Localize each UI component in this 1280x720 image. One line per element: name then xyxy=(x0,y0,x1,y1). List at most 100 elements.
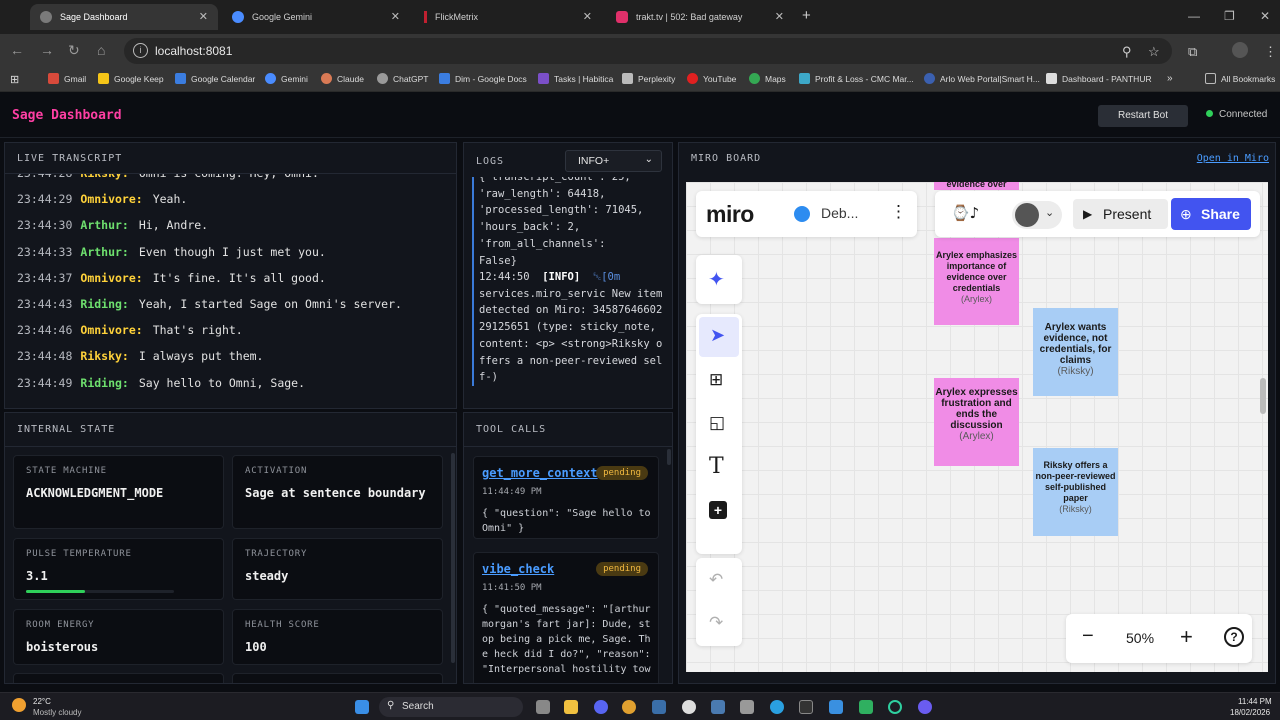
back-icon[interactable]: ← xyxy=(10,42,24,58)
bookmark-gemini[interactable]: Gemini xyxy=(265,73,308,84)
address-bar[interactable]: i localhost:8081 xyxy=(124,38,1172,64)
profile-avatar[interactable] xyxy=(1232,42,1248,58)
internal-state-panel: INTERNAL STATE STATE MACHINE ACKNOWLEDGM… xyxy=(4,412,457,684)
window-close-icon[interactable]: ✕ xyxy=(1260,9,1270,23)
bookmark-arlo[interactable]: Arlo Web Portal|Smart H... xyxy=(924,73,1040,84)
log-level-select[interactable]: INFO+ ⌄ xyxy=(565,150,662,172)
steam-icon[interactable] xyxy=(652,700,666,714)
tab-google-gemini[interactable]: Google Gemini ✕ xyxy=(222,4,410,30)
forward-icon[interactable]: → xyxy=(40,42,54,58)
windows-start-icon[interactable] xyxy=(355,700,369,714)
bookmark-gmail[interactable]: Gmail xyxy=(48,73,86,84)
transcript-line: 23:44:43 Riding: Yeah, I started Sage on O… xyxy=(17,297,402,311)
scrollbar[interactable] xyxy=(667,449,671,465)
bookmark-habitica[interactable]: Tasks | Habitica xyxy=(538,73,613,84)
reactions-icon[interactable]: ⌚♪ xyxy=(951,204,979,222)
present-button[interactable]: ▶ Present xyxy=(1073,199,1168,229)
share-button[interactable]: ⊕ Share xyxy=(1171,198,1251,230)
sticky-note[interactable]: Arylex wants evidence, not credentials, … xyxy=(1033,308,1118,396)
file-explorer-icon[interactable] xyxy=(564,700,578,714)
taskbar-search[interactable]: ⚲ Search xyxy=(379,697,523,717)
bookmark-google-calendar[interactable]: Google Calendar xyxy=(175,73,255,84)
task-view-icon[interactable] xyxy=(536,700,550,714)
app-icon[interactable] xyxy=(888,700,902,714)
bookmark-panthur[interactable]: Dashboard - PANTHUR xyxy=(1046,73,1152,84)
zoom-out-icon[interactable]: − xyxy=(1082,625,1094,648)
app-icon[interactable] xyxy=(740,700,754,714)
tab-flickmetrix[interactable]: FlickMetrix ✕ xyxy=(414,4,602,30)
tool-call-item[interactable]: get_more_context pending 11:44:49 PM { "… xyxy=(473,456,659,539)
log-entries[interactable]: {'transcript_count': 25, 'raw_length': 6… xyxy=(472,177,668,406)
close-tab-icon[interactable]: ✕ xyxy=(391,10,400,23)
app-icon[interactable] xyxy=(682,700,696,714)
bookmark-google-keep[interactable]: Google Keep xyxy=(98,73,164,84)
sticky-note[interactable]: Arylex expresses frustration and ends th… xyxy=(934,378,1019,466)
terminal-icon[interactable] xyxy=(799,700,813,714)
weather-temp[interactable]: 22°C xyxy=(33,697,51,706)
bookmark-chatgpt[interactable]: ChatGPT xyxy=(377,73,428,84)
close-tab-icon[interactable]: ✕ xyxy=(583,10,592,23)
board-name[interactable]: Deb... xyxy=(821,205,858,221)
sticky-note[interactable]: Riksky offers a non-peer-reviewed self-p… xyxy=(1033,448,1118,536)
tool-name[interactable]: vibe_check xyxy=(482,562,554,576)
extensions-icon[interactable]: ⧉ xyxy=(1188,44,1197,60)
redo-icon[interactable]: ↷ xyxy=(709,613,723,633)
chrome-icon[interactable] xyxy=(622,700,636,714)
maximize-icon[interactable]: ❐ xyxy=(1224,9,1235,23)
close-tab-icon[interactable]: ✕ xyxy=(199,10,208,23)
bookmark-youtube[interactable]: YouTube xyxy=(687,73,736,84)
flickmetrix-icon xyxy=(424,11,427,23)
bookmark-cmc-markets[interactable]: Profit & Loss - CMC Mar... xyxy=(799,73,914,84)
reload-icon[interactable]: ↻ xyxy=(68,42,80,59)
transcript-scroll[interactable]: 23:44:28 Riksky: Omni is coming. Hey, Omni… xyxy=(5,173,456,408)
help-icon[interactable]: ? xyxy=(1224,627,1244,647)
tool-name[interactable]: get_more_context xyxy=(482,466,598,480)
new-tab-icon[interactable]: + xyxy=(802,7,811,24)
notepad-icon[interactable] xyxy=(829,700,843,714)
template-icon[interactable]: ⊞ xyxy=(709,370,723,390)
zoom-level[interactable]: 50% xyxy=(1126,630,1154,646)
minimize-icon[interactable]: — xyxy=(1188,9,1200,23)
sticky-note[interactable]: evidence over xyxy=(934,182,1019,190)
miro-logo[interactable]: miro xyxy=(706,201,754,228)
scrollbar[interactable] xyxy=(451,453,455,663)
site-info-icon[interactable]: i xyxy=(133,43,148,58)
apps-grid-icon[interactable]: ⊞ xyxy=(10,73,19,86)
undo-icon[interactable]: ↶ xyxy=(709,570,723,590)
sparkle-icon[interactable]: ✦ xyxy=(708,267,725,292)
add-icon[interactable]: + xyxy=(709,501,727,519)
zoom-icon[interactable]: ⚲ xyxy=(1122,44,1132,60)
sticky-note-icon[interactable]: ◱ xyxy=(709,413,725,433)
tab-sage-dashboard[interactable]: Sage Dashboard ✕ xyxy=(30,4,218,30)
tab-trakt[interactable]: trakt.tv | 502: Bad gateway ✕ xyxy=(606,4,794,30)
bookmark-star-icon[interactable]: ☆ xyxy=(1148,44,1160,60)
steam-icon[interactable] xyxy=(711,700,725,714)
edge-icon[interactable] xyxy=(770,700,784,714)
app-icon[interactable] xyxy=(859,700,873,714)
text-tool-icon[interactable]: T xyxy=(709,454,724,479)
bookmark-google-docs[interactable]: Dim - Google Docs xyxy=(439,73,527,84)
board-menu-icon[interactable]: ⋮ xyxy=(890,202,907,222)
collaborators-button[interactable]: ⌄ xyxy=(1012,201,1062,229)
home-icon[interactable]: ⌂ xyxy=(97,42,105,58)
bookmark-maps[interactable]: Maps xyxy=(749,73,786,84)
browser-toolbar: ← → ↻ ⌂ i localhost:8081 ⚲ ☆ ⧉ ⋮ xyxy=(0,34,1280,68)
menu-icon[interactable]: ⋮ xyxy=(1264,44,1277,60)
panel-title: LIVE TRANSCRIPT xyxy=(17,153,123,164)
restart-bot-button[interactable]: Restart Bot xyxy=(1098,105,1188,127)
zoom-in-icon[interactable]: + xyxy=(1180,624,1193,650)
discord-icon[interactable] xyxy=(594,700,608,714)
all-bookmarks[interactable]: All Bookmarks xyxy=(1205,73,1275,84)
close-tab-icon[interactable]: ✕ xyxy=(775,10,784,23)
bookmark-claude[interactable]: Claude xyxy=(321,73,364,84)
sticky-note[interactable]: Arylex emphasizes importance of evidence… xyxy=(934,238,1019,325)
select-tool[interactable]: ➤ xyxy=(699,317,739,357)
miro-canvas[interactable]: evidence over Arylex emphasizes importan… xyxy=(686,182,1268,672)
bookmark-perplexity[interactable]: Perplexity xyxy=(622,73,675,84)
tool-call-item[interactable]: vibe_check pending 11:41:50 PM { "quoted… xyxy=(473,552,659,683)
open-in-miro-link[interactable]: Open in Miro xyxy=(1197,153,1269,164)
app-icon[interactable] xyxy=(918,700,932,714)
clock-time[interactable]: 11:44 PM xyxy=(1238,697,1272,706)
more-bookmarks-icon[interactable]: » xyxy=(1167,73,1173,84)
scrollbar[interactable] xyxy=(1260,378,1266,414)
